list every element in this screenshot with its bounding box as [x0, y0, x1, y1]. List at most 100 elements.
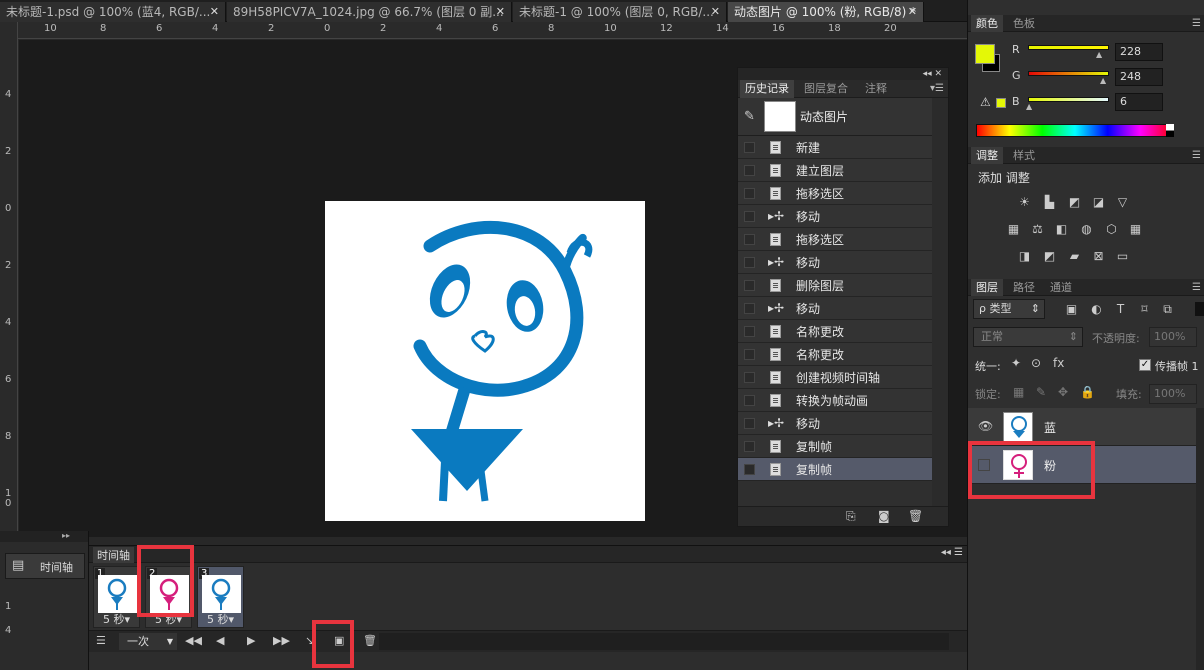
- tab-color[interactable]: 颜色: [971, 15, 1003, 32]
- history-scrollbar[interactable]: [932, 98, 948, 508]
- channel-mixer-icon[interactable]: ⬡: [1103, 222, 1120, 236]
- close-icon[interactable]: ✕: [496, 2, 505, 22]
- tab-adjustments[interactable]: 调整: [971, 147, 1003, 164]
- opacity-input[interactable]: 100%: [1149, 327, 1197, 347]
- fill-input[interactable]: 100%: [1149, 384, 1197, 404]
- history-item[interactable]: 删除图层: [738, 274, 948, 297]
- history-brush-icon[interactable]: ✎: [744, 109, 755, 124]
- history-item[interactable]: 创建视频时间轴: [738, 366, 948, 389]
- tween-icon[interactable]: ↘: [305, 634, 314, 647]
- new-document-from-state-icon[interactable]: ⎘: [846, 509, 856, 524]
- lock-image-icon[interactable]: ✎: [1036, 385, 1046, 399]
- tab-untitled-psd[interactable]: 未标题-1.psd @ 100% (蓝4, RGB/... ✕: [0, 2, 226, 22]
- timeline-dock-button[interactable]: ▤ 时间轴: [5, 553, 85, 579]
- g-slider-handle[interactable]: ▲: [1100, 76, 1106, 85]
- panel-collapse-strip[interactable]: ◂◂ ✕: [738, 68, 948, 80]
- trash-icon[interactable]: 🗑: [363, 634, 377, 647]
- invert-icon[interactable]: ◨: [1016, 249, 1033, 263]
- gamut-swatch[interactable]: [996, 98, 1006, 108]
- visibility-eye-icon[interactable]: 👁: [978, 419, 993, 433]
- adjustment-layer-filter-icon[interactable]: ◐: [1088, 302, 1105, 316]
- levels-icon[interactable]: ▙: [1041, 195, 1058, 209]
- frame-delay-select[interactable]: 5 秒▾: [94, 611, 139, 627]
- play-icon[interactable]: ▶: [247, 634, 255, 647]
- tab-styles[interactable]: 样式: [1008, 147, 1040, 164]
- lock-all-icon[interactable]: 🔒: [1080, 385, 1095, 399]
- black-white-ramp[interactable]: [1166, 124, 1174, 137]
- posterize-icon[interactable]: ◩: [1041, 249, 1058, 263]
- color-spectrum-bar[interactable]: [976, 124, 1174, 137]
- history-source-checkbox[interactable]: [744, 165, 755, 176]
- history-source-checkbox[interactable]: [744, 234, 755, 245]
- dock-collapse-strip[interactable]: ▸▸: [0, 531, 88, 542]
- g-slider[interactable]: [1028, 71, 1109, 76]
- next-frame-icon[interactable]: ▶▶: [273, 634, 290, 647]
- gamut-warning-icon[interactable]: ⚠: [980, 95, 991, 109]
- document-canvas[interactable]: [325, 201, 645, 521]
- threshold-icon[interactable]: ▰: [1066, 249, 1083, 263]
- panel-menu-icon[interactable]: ☰: [1192, 279, 1201, 296]
- first-frame-icon[interactable]: ◀◀: [185, 634, 202, 647]
- history-item[interactable]: 建立图层: [738, 159, 948, 182]
- history-source-checkbox[interactable]: [744, 280, 755, 291]
- panel-menu-icon[interactable]: ▾☰: [930, 80, 944, 98]
- panel-menu-icon[interactable]: ☰: [1192, 15, 1201, 32]
- previous-frame-icon[interactable]: ◀: [216, 634, 224, 647]
- tab-swatches[interactable]: 色板: [1008, 15, 1040, 32]
- smart-object-filter-icon[interactable]: ⧉: [1159, 302, 1176, 316]
- vibrance-icon[interactable]: ▽: [1114, 195, 1131, 209]
- tab-animated-image[interactable]: 动态图片 @ 100% (粉, RGB/8) * ✕: [728, 2, 924, 22]
- history-item[interactable]: 拖移选区: [738, 228, 948, 251]
- history-item[interactable]: 拖移选区: [738, 182, 948, 205]
- tab-jpg[interactable]: 89H58PICV7A_1024.jpg @ 66.7% (图层 0 副... ✕: [227, 2, 512, 22]
- camera-icon[interactable]: ◙: [878, 509, 890, 523]
- animation-frame[interactable]: 35 秒▾: [197, 566, 244, 628]
- blend-mode-select[interactable]: 正常 ⇕: [973, 327, 1083, 347]
- foreground-color-swatch[interactable]: [975, 44, 995, 64]
- lock-position-icon[interactable]: ✥: [1058, 385, 1068, 399]
- filter-toggle[interactable]: [1195, 302, 1204, 316]
- color-lookup-icon[interactable]: ▦: [1127, 222, 1144, 236]
- history-source-checkbox[interactable]: [744, 372, 755, 383]
- visibility-toggle[interactable]: [978, 459, 990, 471]
- history-source-checkbox[interactable]: [744, 418, 755, 429]
- r-slider-handle[interactable]: ▲: [1096, 50, 1102, 59]
- layer-row-pink[interactable]: 粉: [968, 446, 1196, 484]
- tab-notes[interactable]: 注释: [860, 80, 892, 98]
- close-icon[interactable]: ✕: [711, 2, 720, 22]
- g-value-input[interactable]: 248: [1115, 68, 1163, 86]
- black-white-icon[interactable]: ◧: [1053, 222, 1070, 236]
- panel-menu-icon[interactable]: ☰: [1192, 147, 1201, 164]
- layer-row-blue[interactable]: 👁 蓝: [968, 408, 1196, 446]
- history-item[interactable]: 名称更改: [738, 343, 948, 366]
- history-item[interactable]: ▸✢ 移动: [738, 297, 948, 320]
- animation-frame[interactable]: 25 秒▾: [145, 566, 192, 628]
- history-source-checkbox[interactable]: [744, 303, 755, 314]
- history-source-checkbox[interactable]: [744, 395, 755, 406]
- history-item[interactable]: 名称更改: [738, 320, 948, 343]
- layer-filter-select[interactable]: ρ 类型 ⇕: [973, 299, 1045, 319]
- duplicate-frame-icon[interactable]: ▣: [334, 634, 344, 647]
- history-snapshot[interactable]: ✎ 动态图片: [738, 98, 948, 136]
- history-item[interactable]: 新建: [738, 136, 948, 159]
- history-source-checkbox[interactable]: [744, 326, 755, 337]
- color-balance-icon[interactable]: ⚖: [1029, 222, 1046, 236]
- history-item[interactable]: 复制帧: [738, 458, 948, 481]
- timeline-scrollbar[interactable]: [379, 633, 949, 650]
- history-source-checkbox[interactable]: [744, 441, 755, 452]
- tab-layer-comps[interactable]: 图层复合: [799, 80, 853, 98]
- loop-select[interactable]: 一次 ▼: [119, 633, 177, 650]
- brightness-contrast-icon[interactable]: ☀: [1016, 195, 1033, 209]
- history-item[interactable]: ▸✢ 移动: [738, 251, 948, 274]
- tab-channels[interactable]: 通道: [1045, 279, 1077, 296]
- tab-layers[interactable]: 图层: [971, 279, 1003, 296]
- frame-delay-select[interactable]: 5 秒▾: [198, 611, 243, 627]
- tab-untitled[interactable]: 未标题-1 @ 100% (图层 0, RGB/... ✕: [513, 2, 727, 22]
- animation-frame[interactable]: 15 秒▾: [93, 566, 140, 628]
- layers-scrollbar[interactable]: [1196, 408, 1204, 670]
- history-source-checkbox[interactable]: [744, 188, 755, 199]
- history-source-checkbox[interactable]: [744, 142, 755, 153]
- hue-saturation-icon[interactable]: ▦: [1005, 222, 1022, 236]
- b-slider-handle[interactable]: ▲: [1026, 102, 1032, 111]
- b-slider[interactable]: [1028, 97, 1109, 102]
